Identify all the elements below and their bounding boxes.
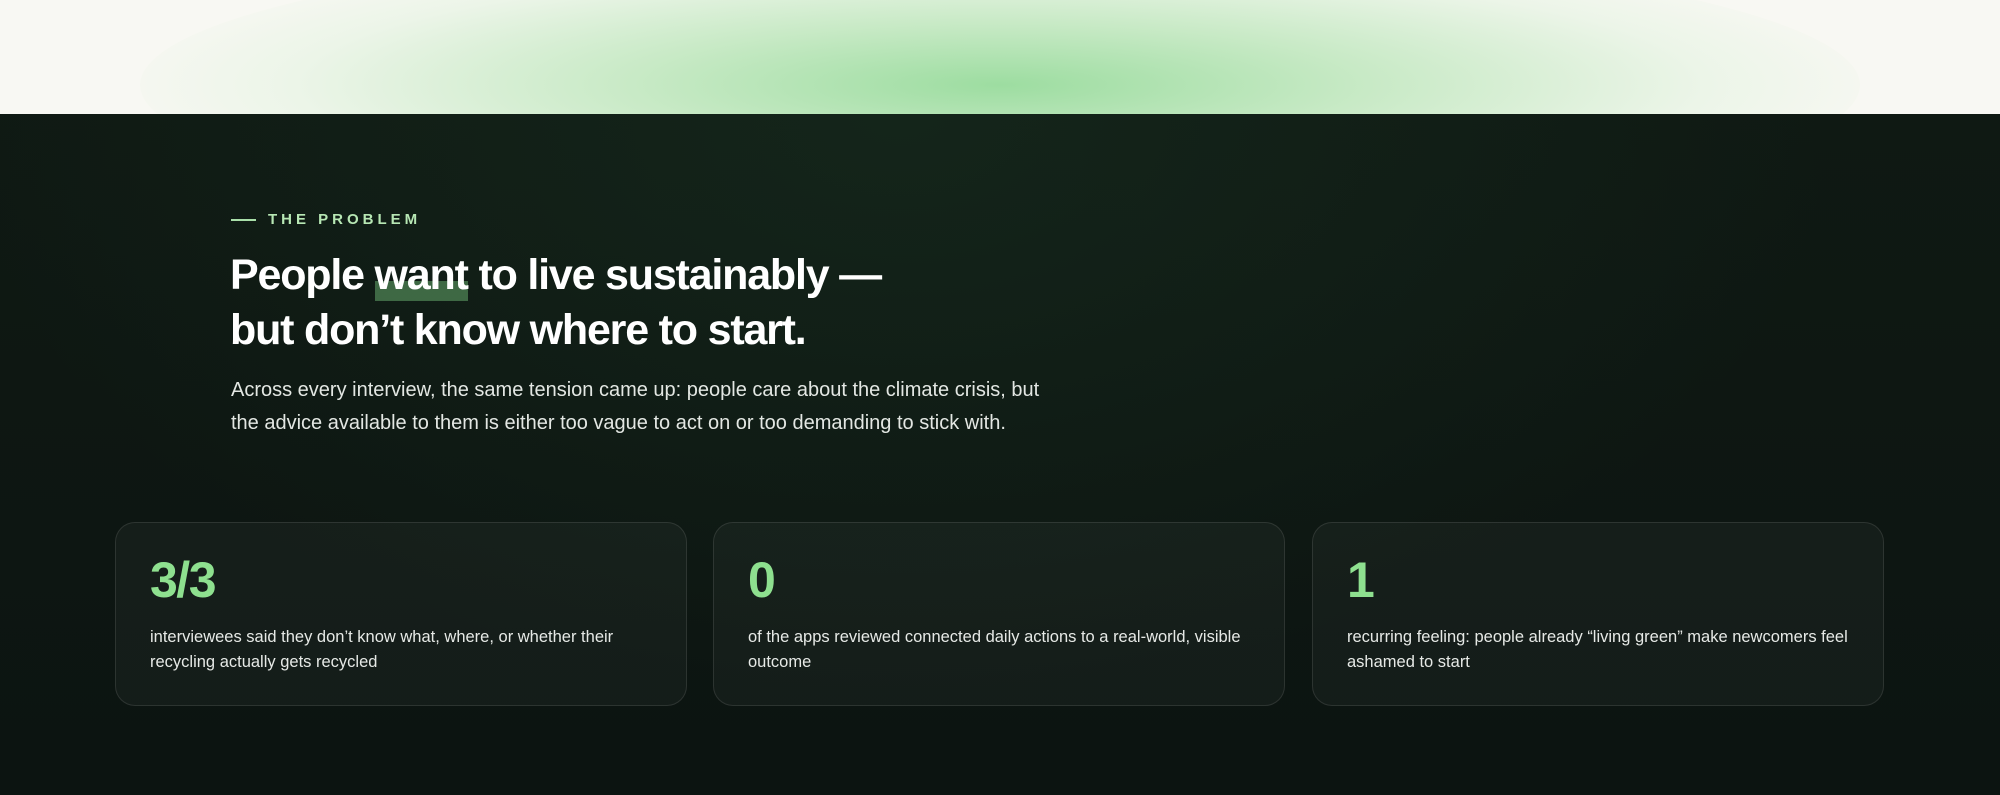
top-band bbox=[0, 0, 2000, 114]
headline-highlight: want bbox=[374, 251, 469, 301]
intro-paragraph: Across every interview, the same tension… bbox=[231, 379, 1040, 434]
stat-value: 1 bbox=[1347, 552, 1375, 608]
headline-line2: but don’t know where to start. bbox=[230, 306, 807, 354]
eyebrow-label: THE PROBLEM bbox=[268, 211, 422, 228]
stat-description: interviewees said they don’t know what, … bbox=[150, 628, 614, 671]
stat-card: 1 recurring feeling: people already “liv… bbox=[1312, 522, 1884, 706]
stat-card: 3/3 interviewees said they don’t know wh… bbox=[115, 522, 687, 706]
headline-part1: People bbox=[230, 251, 375, 299]
eyebrow-dash bbox=[231, 218, 256, 221]
stat-description: of the apps reviewed connected daily act… bbox=[748, 628, 1241, 671]
problem-section: THE PROBLEM People want to live sustaina… bbox=[0, 114, 2000, 795]
section-eyebrow: THE PROBLEM bbox=[231, 211, 421, 228]
green-glow bbox=[140, 0, 1860, 114]
stat-description: recurring feeling: people already “livin… bbox=[1347, 628, 1848, 671]
section-headline: People want to live sustainably — but do… bbox=[230, 248, 1230, 358]
stat-card: 0 of the apps reviewed connected daily a… bbox=[713, 522, 1285, 706]
stat-value: 3/3 bbox=[150, 552, 217, 608]
stat-value: 0 bbox=[748, 552, 776, 608]
headline-part2: to live sustainably — bbox=[467, 251, 882, 299]
